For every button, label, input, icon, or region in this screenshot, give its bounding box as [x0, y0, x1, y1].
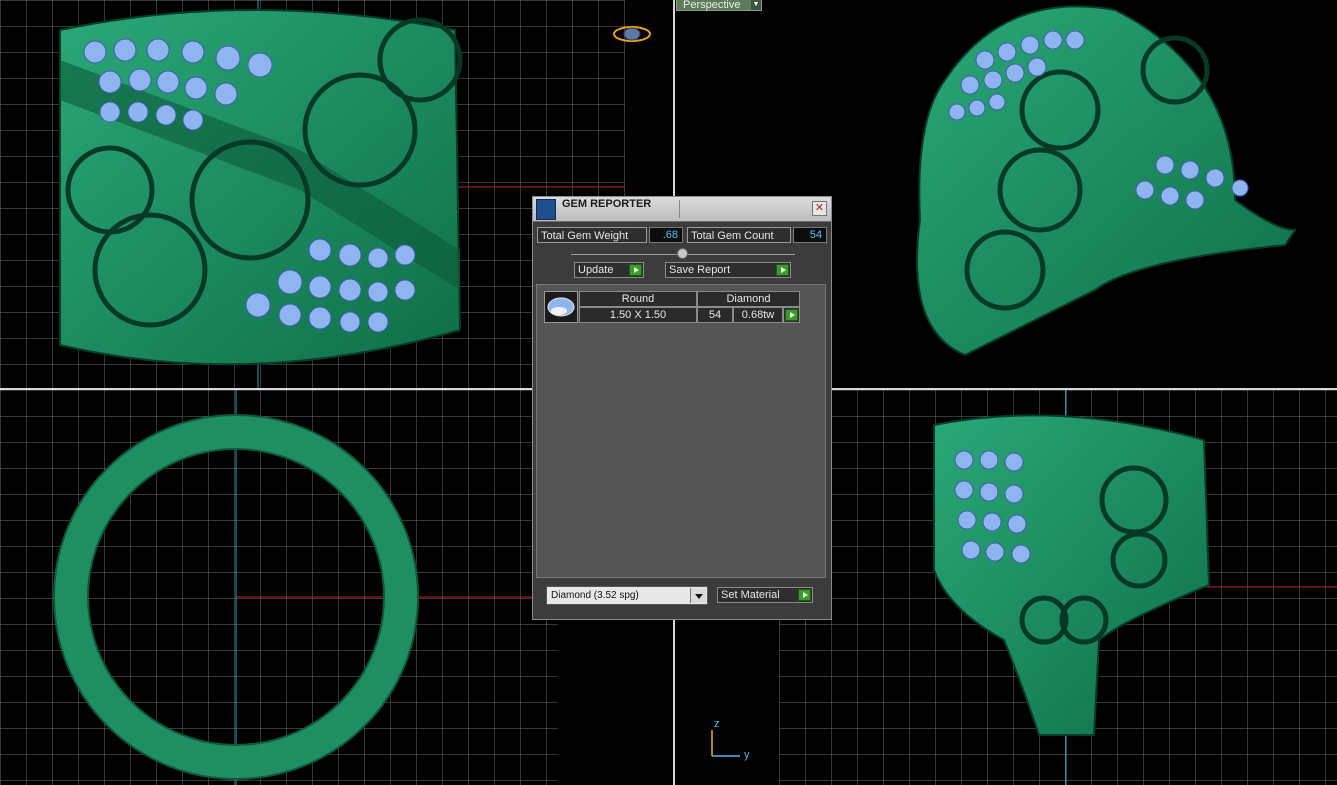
- play-arrow-icon: [629, 264, 642, 276]
- axis-y-label: y: [744, 749, 750, 761]
- material-select-value: Diamond (3.52 spg): [551, 590, 639, 601]
- close-button[interactable]: ✕: [812, 201, 827, 216]
- round-gem-icon: [544, 291, 578, 323]
- viewport-side[interactable]: [779, 390, 1337, 785]
- gem-shape-header: Round: [579, 291, 697, 307]
- play-arrow-icon: [798, 589, 811, 601]
- gem-reporter-icon: [536, 199, 556, 220]
- gem-row-select-button[interactable]: [783, 307, 800, 323]
- gem-size-cell: 1.50 X 1.50: [579, 307, 697, 323]
- play-arrow-icon: [785, 309, 798, 321]
- gem-weight-cell: 0.68tw: [733, 307, 783, 323]
- axis-triad-icon: [711, 730, 740, 757]
- viewport-front[interactable]: [0, 390, 558, 785]
- play-arrow-icon: [776, 264, 789, 276]
- title-separator: [679, 200, 680, 218]
- save-report-label: Save Report: [669, 264, 731, 276]
- material-select[interactable]: Diamond (3.52 spg): [546, 586, 708, 605]
- set-material-label: Set Material: [721, 589, 780, 601]
- perspective-label: Perspective: [683, 0, 741, 11]
- axis-z-label: z: [714, 718, 720, 730]
- update-label: Update: [578, 264, 614, 276]
- save-report-button[interactable]: Save Report: [665, 262, 791, 278]
- total-gem-weight-value: .68: [649, 227, 683, 243]
- gem-count-cell: 54: [697, 307, 733, 323]
- dialog-titlebar[interactable]: GEM REPORTER ✕: [533, 197, 831, 222]
- gem-report-list: Round Diamond 1.50 X 1.50 54 0.68tw: [536, 284, 826, 578]
- gem-reporter-dialog: GEM REPORTER ✕ Total Gem Weight .68 Tota…: [532, 196, 832, 620]
- slider-handle[interactable]: [677, 248, 688, 259]
- ring-front-view: [0, 390, 558, 785]
- perspective-view-selector[interactable]: Perspective ▼: [676, 0, 762, 11]
- chevron-down-icon[interactable]: [690, 588, 706, 603]
- update-button[interactable]: Update: [574, 262, 644, 278]
- total-gem-count-label: Total Gem Count: [687, 227, 791, 243]
- set-material-button[interactable]: Set Material: [717, 587, 813, 603]
- ring-side-view: [779, 390, 1337, 785]
- chevron-down-icon[interactable]: ▼: [751, 0, 761, 10]
- total-gem-count-value: 54: [793, 227, 827, 243]
- gem-material-header: Diamond: [697, 291, 800, 307]
- dialog-title: GEM REPORTER: [562, 198, 652, 210]
- orbit-gizmo-icon[interactable]: [612, 24, 652, 44]
- total-gem-weight-label: Total Gem Weight: [537, 227, 647, 243]
